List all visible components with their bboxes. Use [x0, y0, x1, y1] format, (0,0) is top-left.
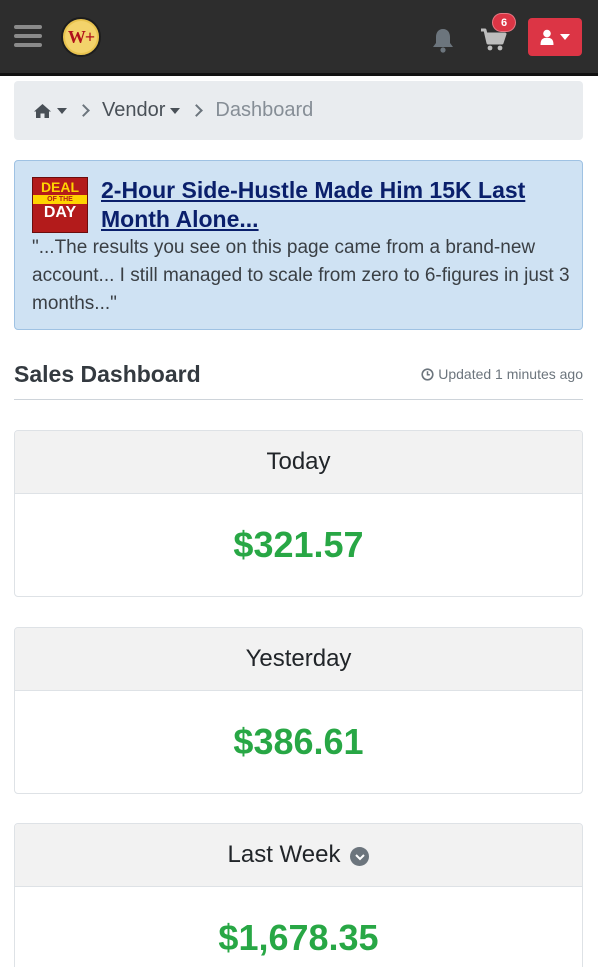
sales-card-today: Today $321.57	[14, 430, 583, 597]
card-header: Yesterday	[15, 628, 582, 691]
deal-title-link[interactable]: 2-Hour Side-Hustle Made Him 15K Last Mon…	[101, 176, 571, 234]
chevron-right-icon	[190, 104, 204, 117]
sales-amount: $1,678.35	[218, 917, 379, 958]
cart-count-badge: 6	[492, 13, 516, 32]
chevron-down-icon	[170, 107, 181, 114]
chevron-down-circle-icon[interactable]	[350, 847, 370, 866]
divider	[14, 399, 583, 400]
deal-of-the-day-alert: DEAL OF THE DAY 2-Hour Side-Hustle Made …	[14, 160, 583, 330]
page-title: Sales Dashboard	[14, 361, 201, 387]
breadcrumb-home[interactable]	[33, 103, 67, 119]
deal-description: "...The results you see on this page cam…	[32, 237, 570, 314]
badge-line-2: OF THE	[33, 195, 87, 204]
card-title: Yesterday	[245, 645, 352, 672]
bell-icon[interactable]	[430, 27, 456, 53]
sales-amount: $321.57	[233, 524, 364, 565]
user-icon	[540, 29, 554, 45]
chevron-right-icon	[77, 104, 90, 117]
user-menu-button[interactable]	[528, 18, 582, 56]
logo-text: W+	[67, 26, 95, 47]
updated-text: Updated 1 minutes ago	[438, 366, 583, 382]
badge-line-3: DAY	[43, 204, 77, 221]
card-header[interactable]: Last Week	[15, 824, 582, 887]
chevron-down-icon	[57, 107, 67, 114]
top-navbar: W+ 6	[0, 0, 598, 76]
site-logo[interactable]: W+	[61, 17, 101, 57]
sales-card-last-week: Last Week $1,678.35	[14, 823, 583, 967]
card-title: Today	[266, 448, 331, 475]
breadcrumb-vendor-label: Vendor	[102, 99, 166, 121]
home-icon	[34, 103, 51, 118]
deal-of-the-day-badge[interactable]: DEAL OF THE DAY	[32, 177, 88, 233]
breadcrumb: Vendor Dashboard	[14, 81, 583, 140]
badge-line-1: DEAL	[40, 179, 80, 195]
chevron-down-icon	[560, 34, 570, 40]
sales-card-yesterday: Yesterday $386.61	[14, 627, 583, 794]
updated-timestamp: Updated 1 minutes ago	[421, 366, 583, 382]
breadcrumb-vendor[interactable]: Vendor	[102, 99, 181, 122]
card-title: Last Week	[227, 841, 341, 868]
sales-amount: $386.61	[233, 721, 364, 762]
card-header: Today	[15, 431, 582, 494]
menu-icon[interactable]	[14, 25, 42, 49]
clock-icon	[421, 367, 434, 381]
breadcrumb-current: Dashboard	[215, 99, 314, 121]
